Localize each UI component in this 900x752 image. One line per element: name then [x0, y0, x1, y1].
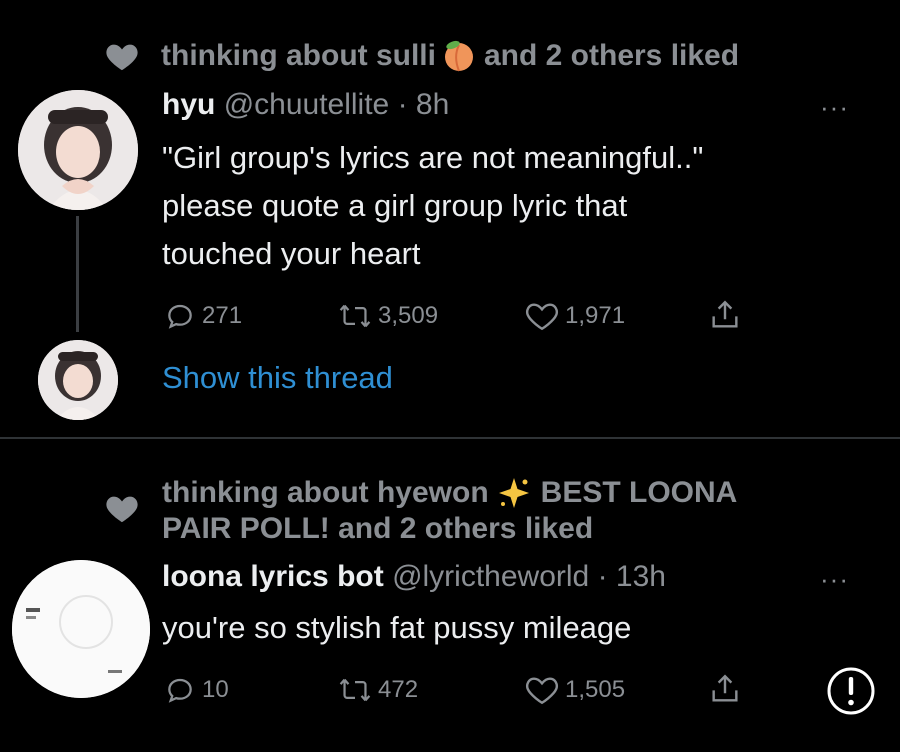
more-options-button[interactable]: ··· [820, 564, 849, 595]
handle[interactable]: @chuutellite [224, 88, 390, 121]
social-text-after: and 2 others liked [483, 39, 740, 72]
avatar-portrait-icon [38, 340, 118, 420]
tweet-text-2: you're so stylish fat pussy mileage [162, 604, 862, 652]
tweet-line: please quote a girl group lyric that [162, 188, 628, 223]
timestamp[interactable]: · 13h [598, 560, 666, 593]
avatar-loona-lyrics-bot[interactable] [12, 560, 150, 698]
display-name[interactable]: loona lyrics bot [162, 560, 384, 593]
share-icon [712, 674, 738, 702]
avatar-hyu-small[interactable] [38, 340, 118, 420]
avatar-hyu[interactable] [18, 90, 138, 210]
retweet-button[interactable]: 472 [338, 674, 418, 706]
show-thread-link[interactable]: Show this thread [162, 360, 393, 396]
retweet-icon [339, 678, 371, 702]
heart-outline-icon [526, 677, 558, 705]
reply-icon [168, 678, 192, 703]
sparkle-star-icon [498, 478, 529, 508]
reply-button[interactable]: 10 [164, 674, 229, 706]
reply-count: 10 [202, 676, 229, 703]
tweet-header-2: loona lyrics bot @lyrictheworld · 13h [162, 560, 666, 594]
share-icon [712, 300, 738, 328]
tweet-2[interactable]: thinking about hyewon BEST LOONA PAIR PO… [0, 440, 900, 752]
timestamp[interactable]: · 8h [398, 88, 450, 121]
peach-icon [444, 40, 473, 72]
retweet-button[interactable]: 3,509 [338, 300, 438, 332]
heart-filled-icon [106, 44, 138, 71]
avatar-portrait-icon [18, 90, 138, 210]
share-button[interactable] [708, 298, 742, 332]
social-text-after: BEST LOONA [540, 476, 738, 509]
social-context-2-line1: thinking about hyewon BEST LOONA [162, 476, 737, 510]
like-button[interactable]: 1,971 [525, 300, 625, 332]
like-button[interactable]: 1,505 [525, 674, 625, 706]
tweet-line: "Girl group's lyrics are not meaningful.… [162, 140, 704, 175]
tweet-text-1: "Girl group's lyrics are not meaningful.… [162, 134, 862, 278]
thread-line [76, 216, 79, 332]
album-cover-icon [12, 560, 150, 698]
heart-filled-icon [106, 496, 138, 523]
reply-count: 271 [202, 302, 243, 329]
retweet-count: 3,509 [378, 302, 439, 329]
tweet-divider [0, 437, 900, 439]
tweet-line: you're so stylish fat pussy mileage [162, 610, 632, 645]
social-context-2-line2: PAIR POLL! and 2 others liked [162, 512, 593, 546]
reply-button[interactable]: 271 [164, 300, 242, 332]
tweet-line: touched your heart [162, 236, 421, 271]
retweet-count: 472 [378, 676, 419, 703]
reply-icon [168, 304, 192, 329]
handle[interactable]: @lyrictheworld [392, 560, 589, 593]
social-text-line2: PAIR POLL! and 2 others liked [162, 512, 594, 545]
tweet-header-1: hyu @chuutellite · 8h [162, 88, 449, 122]
social-text-before: thinking about sulli [161, 39, 436, 72]
like-count: 1,505 [565, 676, 626, 703]
heart-outline-icon [526, 303, 558, 331]
share-button[interactable] [708, 672, 742, 706]
social-context-1: thinking about sulli and 2 others liked [105, 36, 865, 76]
like-count: 1,971 [565, 302, 626, 329]
tweet-1[interactable]: thinking about sulli and 2 others liked … [0, 0, 900, 436]
more-options-button[interactable]: ··· [820, 92, 849, 123]
alert-icon [826, 666, 876, 716]
display-name[interactable]: hyu [162, 88, 215, 121]
social-text-before: thinking about hyewon [162, 476, 489, 509]
retweet-icon [339, 304, 371, 328]
